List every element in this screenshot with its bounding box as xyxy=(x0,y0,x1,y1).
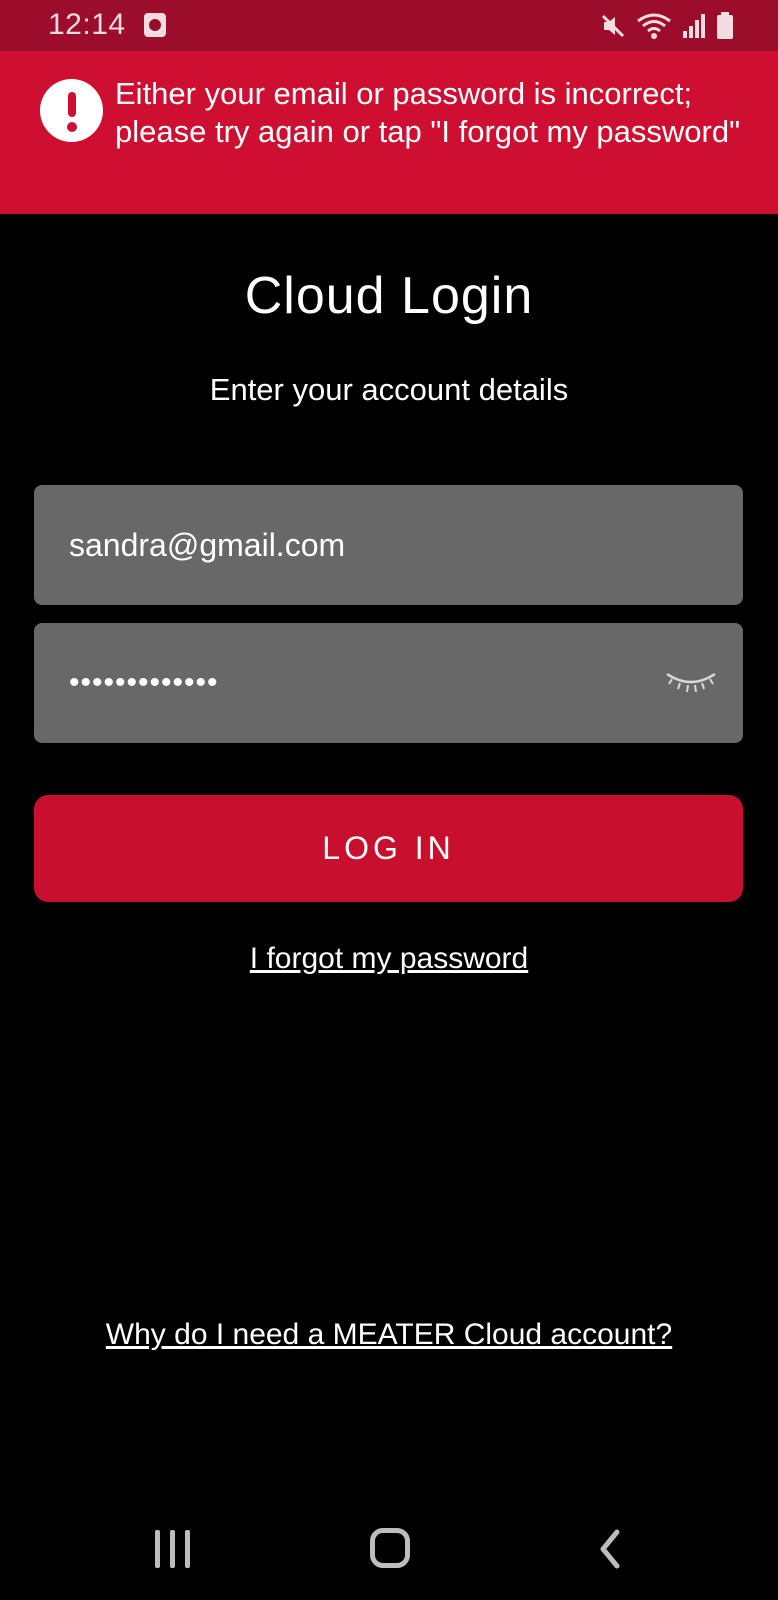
back-icon[interactable] xyxy=(595,1528,625,1570)
status-bar: 12:14 xyxy=(0,0,778,51)
email-field[interactable] xyxy=(34,485,743,605)
signal-icon xyxy=(683,14,705,38)
error-message: Either your email or password is incorre… xyxy=(115,76,741,149)
page-subtitle: Enter your account details xyxy=(209,372,569,407)
status-time: 12:14 xyxy=(48,8,126,41)
home-icon[interactable] xyxy=(370,1528,410,1568)
battery-icon xyxy=(717,12,733,39)
navigation-bar xyxy=(0,1500,778,1600)
error-banner: Either your email or password is incorre… xyxy=(0,51,778,214)
status-icons xyxy=(600,12,734,40)
mute-icon xyxy=(601,14,625,38)
recents-icon[interactable] xyxy=(155,1530,191,1568)
password-input[interactable]: ••••••••••••• xyxy=(69,623,219,743)
page-title: Cloud Login xyxy=(244,267,534,325)
exclamation-icon xyxy=(40,79,103,142)
forgot-password-link[interactable]: I forgot my password xyxy=(0,942,778,976)
wifi-icon xyxy=(637,13,671,39)
login-button[interactable]: LOG IN xyxy=(34,795,743,902)
why-cloud-account-link[interactable]: Why do I need a MEATER Cloud account? xyxy=(0,1318,778,1352)
eye-closed-icon[interactable] xyxy=(664,668,718,696)
email-input[interactable] xyxy=(69,485,669,605)
notification-icon xyxy=(144,13,166,37)
password-field[interactable]: ••••••••••••• xyxy=(34,623,743,743)
